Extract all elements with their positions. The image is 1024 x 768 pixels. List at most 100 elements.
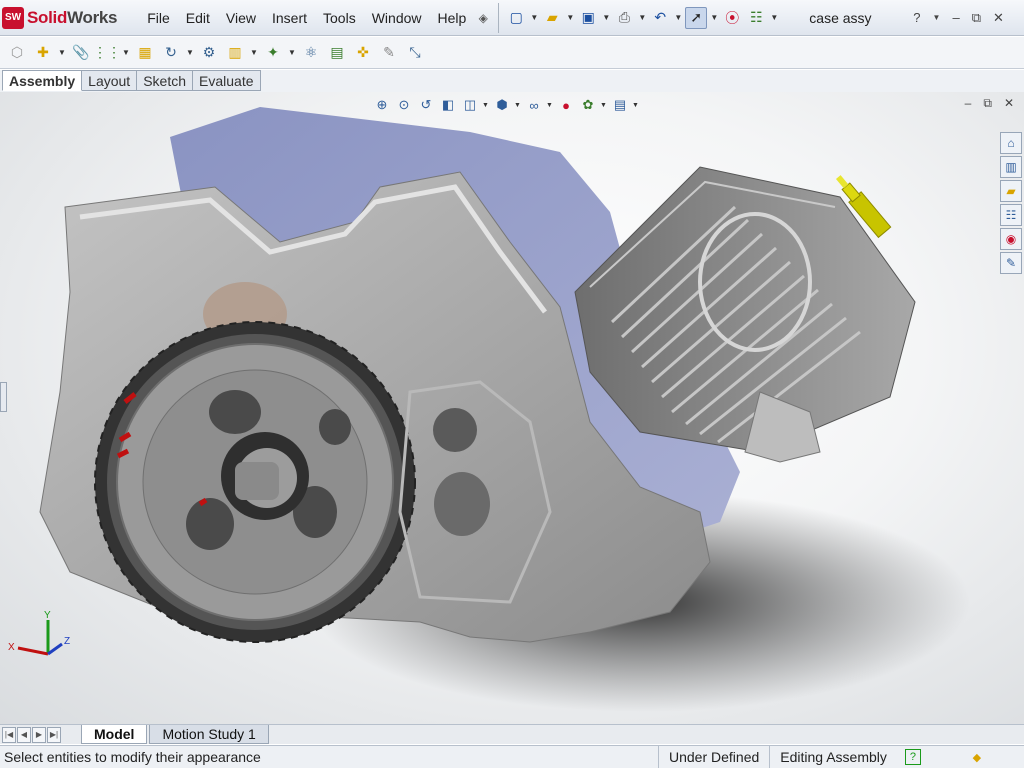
menu-tools[interactable]: Tools	[315, 0, 364, 36]
chevron-down-icon[interactable]: ▼	[186, 48, 194, 57]
next-tab-icon[interactable]: ▶	[32, 726, 46, 743]
chevron-down-icon[interactable]: ▼	[514, 102, 522, 109]
edit-component-icon[interactable]: ⬡	[6, 42, 28, 64]
previous-view-icon[interactable]: ↺	[416, 96, 436, 114]
menu-insert[interactable]: Insert	[264, 0, 315, 36]
command-manager-toolbar: ⬡ ✚ ▼ 📎 ⋮⋮ ▼ ▦ ↻ ▼ ⚙ ▥ ▼ ✦ ▼ ⚛ ▤ ✜ ✎ ⤡	[0, 37, 1024, 69]
rebuild-tag-icon[interactable]: ◆	[969, 749, 985, 765]
task-pane-tabs: ⌂ ▥ ▰ ☷ ◉ ✎	[1000, 132, 1024, 274]
menu-view[interactable]: View	[218, 0, 264, 36]
solidworks-resources-icon[interactable]: ⌂	[1000, 132, 1022, 154]
close-button[interactable]: ✕	[993, 10, 1004, 26]
tab-evaluate[interactable]: Evaluate	[193, 70, 261, 91]
exploded-view-icon[interactable]: ✜	[352, 42, 374, 64]
chevron-down-icon[interactable]: ▼	[122, 48, 130, 57]
move-component-icon[interactable]: ↻	[160, 42, 182, 64]
rebuild-traffic-light-icon[interactable]: ⦿	[721, 7, 743, 29]
interference-detection-icon[interactable]: ⤡	[404, 42, 426, 64]
help-icon[interactable]: ?	[913, 10, 920, 25]
first-tab-icon[interactable]: |◀	[2, 726, 16, 743]
app-logo[interactable]: SW SolidWorks	[0, 0, 125, 36]
select-pointer-icon[interactable]: ➚	[685, 6, 708, 29]
smart-fasteners-icon[interactable]: ▦	[134, 42, 156, 64]
crank-gear	[94, 321, 416, 643]
tab-sketch[interactable]: Sketch	[137, 70, 194, 91]
last-tab-icon[interactable]: ▶|	[47, 726, 61, 743]
custom-properties-icon[interactable]: ✎	[1000, 252, 1022, 274]
mate-icon[interactable]: 📎	[70, 42, 92, 64]
document-title: case assy	[809, 9, 872, 26]
view-orientation-icon[interactable]: ◫	[460, 96, 480, 114]
quick-tips-icon[interactable]: ?	[904, 749, 921, 765]
menu-edit[interactable]: Edit	[178, 0, 218, 36]
reference-geometry-icon[interactable]: ✦	[262, 42, 284, 64]
new-motion-study-icon[interactable]: ⚛	[300, 42, 322, 64]
design-library-icon[interactable]: ▥	[1000, 156, 1022, 178]
feature-tree-expand-handle[interactable]	[0, 382, 7, 412]
chevron-down-icon[interactable]: ▼	[565, 13, 575, 22]
menu-help[interactable]: Help	[430, 0, 475, 36]
graphics-area[interactable]: ⊕ ⊙ ↺ ◧ ◫ ▼ ⬢ ▼ ∞ ▼ ● ✿ ▼ ▤ ▼ – ⧉ ✕ ⌂ ▥ …	[0, 92, 1024, 724]
assembly-features-icon[interactable]: ▥	[224, 42, 246, 64]
chevron-down-icon[interactable]: ▼	[933, 13, 941, 22]
status-message: Select entities to modify their appearan…	[4, 749, 261, 765]
chevron-down-icon[interactable]: ▼	[546, 102, 554, 109]
chevron-down-icon[interactable]: ▼	[288, 48, 296, 57]
display-style-icon[interactable]: ⬢	[492, 96, 512, 114]
view-palette-icon[interactable]: ☷	[1000, 204, 1022, 226]
linear-pattern-icon[interactable]: ⋮⋮	[93, 42, 121, 64]
menu-file[interactable]: File	[139, 0, 178, 36]
minimize-button[interactable]: –	[952, 10, 959, 25]
chevron-down-icon[interactable]: ▼	[58, 48, 66, 57]
chevron-down-icon[interactable]: ▼	[673, 13, 683, 22]
triad-x-label: X	[8, 642, 15, 653]
status-bar: Select entities to modify their appearan…	[0, 745, 1024, 768]
chevron-down-icon[interactable]: ▼	[600, 102, 608, 109]
apply-scene-icon[interactable]: ✿	[578, 96, 598, 114]
chevron-down-icon[interactable]: ▼	[482, 102, 490, 109]
zoom-to-area-icon[interactable]: ⊙	[394, 96, 414, 114]
undo-icon[interactable]: ↶	[649, 7, 671, 29]
close-viewport-button[interactable]: ✕	[1004, 96, 1014, 111]
prev-tab-icon[interactable]: ◀	[17, 726, 31, 743]
view-settings-icon[interactable]: ▤	[610, 96, 630, 114]
chevron-down-icon[interactable]: ▼	[637, 13, 647, 22]
chevron-down-icon[interactable]: ▼	[709, 13, 719, 22]
tab-motion-study[interactable]: Motion Study 1	[149, 725, 269, 744]
menu-window[interactable]: Window	[364, 0, 430, 36]
pin-menu-icon[interactable]: ◈	[474, 11, 492, 25]
print-icon[interactable]: ⎙	[613, 7, 635, 29]
save-icon[interactable]: ▣	[577, 7, 599, 29]
bottom-tab-bar: |◀ ◀ ▶ ▶| Model Motion Study 1	[0, 724, 1024, 744]
minimize-viewport-button[interactable]: –	[965, 96, 972, 111]
chevron-down-icon[interactable]: ▼	[632, 102, 640, 109]
insert-components-icon[interactable]: ✚	[32, 42, 54, 64]
section-view-icon[interactable]: ◧	[438, 96, 458, 114]
appearances-scenes-icon[interactable]: ◉	[1000, 228, 1022, 250]
explode-line-sketch-icon[interactable]: ✎	[378, 42, 400, 64]
heads-up-view-toolbar: ⊕ ⊙ ↺ ◧ ◫ ▼ ⬢ ▼ ∞ ▼ ● ✿ ▼ ▤ ▼	[372, 96, 640, 114]
tab-scroll-buttons: |◀ ◀ ▶ ▶|	[2, 726, 61, 743]
show-hidden-components-icon[interactable]: ⚙	[198, 42, 220, 64]
file-explorer-icon[interactable]: ▰	[1000, 180, 1022, 202]
title-bar: SW SolidWorks File Edit View Insert Tool…	[0, 0, 1024, 36]
tab-layout[interactable]: Layout	[82, 70, 138, 91]
hide-show-items-icon[interactable]: ∞	[524, 96, 544, 114]
divider	[498, 2, 500, 33]
coordinate-triad: Y X Z	[8, 610, 70, 656]
chevron-down-icon[interactable]: ▼	[601, 13, 611, 22]
edit-appearance-icon[interactable]: ●	[556, 96, 576, 114]
chevron-down-icon[interactable]: ▼	[250, 48, 258, 57]
bill-of-materials-icon[interactable]: ▤	[326, 42, 348, 64]
open-folder-icon[interactable]: ▰	[541, 7, 563, 29]
options-icon[interactable]: ☷	[745, 7, 767, 29]
new-document-icon[interactable]: ▢	[505, 7, 527, 29]
zoom-to-fit-icon[interactable]: ⊕	[372, 96, 392, 114]
restore-button[interactable]: ⧉	[972, 10, 981, 26]
chevron-down-icon[interactable]: ▼	[769, 13, 779, 22]
tab-model[interactable]: Model	[81, 725, 148, 744]
chevron-down-icon[interactable]: ▼	[529, 13, 539, 22]
tab-assembly[interactable]: Assembly	[2, 70, 83, 91]
assembly-model[interactable]	[0, 92, 1024, 724]
restore-viewport-button[interactable]: ⧉	[983, 96, 992, 111]
